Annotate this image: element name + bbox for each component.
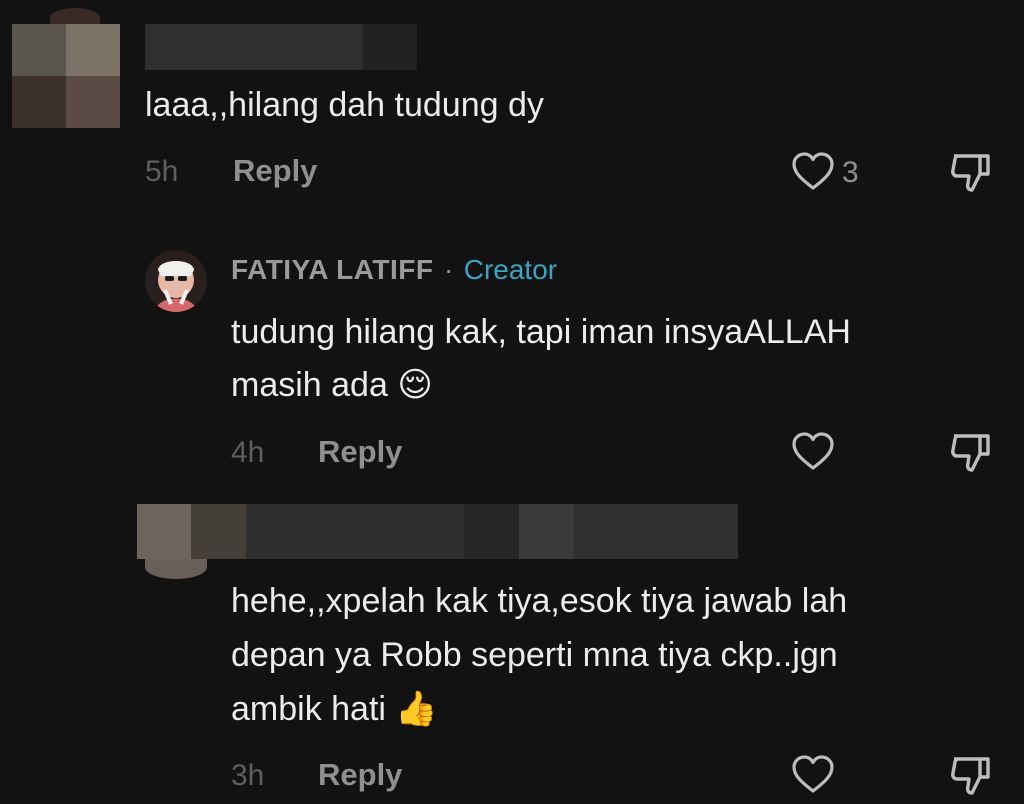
comment-text-line-3: ambik hati 👍 xyxy=(231,690,438,728)
dislike-button[interactable] xyxy=(946,430,994,476)
dislike-button[interactable] xyxy=(946,150,994,196)
reply-button[interactable]: Reply xyxy=(233,153,317,189)
dislike-button[interactable] xyxy=(946,753,994,799)
heart-icon xyxy=(792,432,834,470)
avatar-image xyxy=(145,250,207,312)
heart-icon xyxy=(792,152,834,190)
comment-text: laaa,,hilang dah tudung dy xyxy=(145,86,544,124)
heart-icon xyxy=(792,755,834,793)
reply-comment-creator: FATIYA LATIFF · Creator tudung hilang ka… xyxy=(0,230,1024,490)
username-pixelated[interactable] xyxy=(137,504,738,559)
avatar-pixelated[interactable] xyxy=(12,24,120,128)
comment-timestamp: 3h xyxy=(231,759,265,792)
comment-1: laaa,,hilang dah tudung dy 5h Reply 3 xyxy=(0,0,1024,210)
creator-badge: Creator xyxy=(463,254,558,285)
creator-avatar[interactable] xyxy=(145,250,207,312)
comment-timestamp: 4h xyxy=(231,436,265,469)
reply-button[interactable]: Reply xyxy=(318,757,402,793)
comment-text-line-1: hehe,,xpelah kak tiya,esok tiya jawab la… xyxy=(231,582,848,620)
thumbs-down-icon xyxy=(951,757,990,795)
comment-text-line-1: tudung hilang kak, tapi iman insyaALLAH xyxy=(231,313,851,351)
like-button[interactable] xyxy=(790,753,838,797)
like-button[interactable]: 3 xyxy=(790,150,870,194)
like-count: 3 xyxy=(842,156,859,189)
author-name[interactable]: FATIYA LATIFF xyxy=(231,254,434,285)
comment-text-line-2: depan ya Robb seperti mna tiya ckp..jgn xyxy=(231,636,838,674)
author-separator: · xyxy=(443,254,454,285)
author-line: FATIYA LATIFF · Creator xyxy=(231,254,557,286)
reply-button[interactable]: Reply xyxy=(318,434,402,470)
comment-timestamp: 5h xyxy=(145,155,179,188)
thumbs-down-icon xyxy=(951,434,990,472)
like-button[interactable] xyxy=(790,430,838,474)
reply-comment-3: hehe,,xpelah kak tiya,esok tiya jawab la… xyxy=(0,495,1024,801)
thumbs-down-icon xyxy=(951,154,990,192)
username-pixelated[interactable] xyxy=(145,24,417,70)
comment-text-line-2: masih ada 😌 xyxy=(231,366,433,404)
